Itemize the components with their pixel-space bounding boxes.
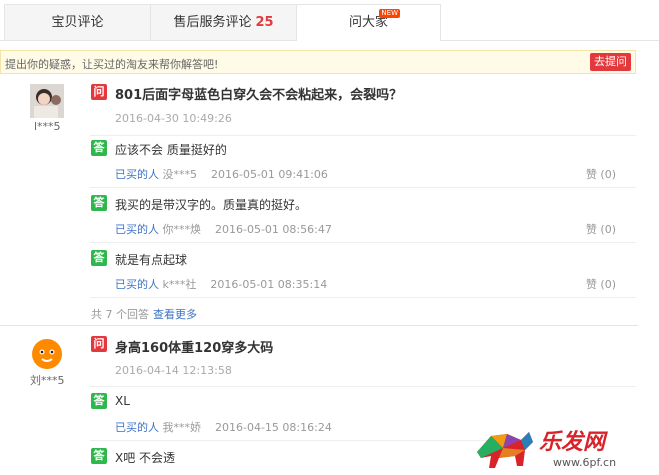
question-time: 2016-04-14 12:13:58 <box>115 364 232 377</box>
answer-icon: 答 <box>91 250 107 266</box>
divider <box>90 440 490 441</box>
divider <box>90 135 636 136</box>
tab-item-reviews[interactable]: 宝贝评论 <box>4 4 151 40</box>
answer-text: 就是有点起球 <box>115 253 188 267</box>
tab-label: 售后服务评论 <box>173 15 252 30</box>
watermark-brand: 乐发网 <box>539 430 606 455</box>
answer-time: 2016-05-01 09:41:06 <box>211 168 328 181</box>
answer-meta: 已买的人 你***焕 2016-05-01 08:56:47 <box>115 221 332 237</box>
avatar <box>30 336 64 370</box>
tab-ask-everyone[interactable]: 问大家 NEW <box>296 4 441 41</box>
question-time: 2016-04-30 10:49:26 <box>115 112 232 125</box>
new-badge: NEW <box>379 9 400 18</box>
answer-text: 我买的是带汉字的。质量真的挺好。 <box>115 198 308 212</box>
orange-mascot-icon <box>30 336 64 370</box>
avatar-username: 刘***5 <box>30 374 65 387</box>
watermark: 乐发网 www.6pf.cn <box>473 422 653 472</box>
like-button[interactable]: 赞 (0) <box>586 276 616 292</box>
buyer-label[interactable]: 已买的人 <box>115 223 159 236</box>
answer-time: 2016-04-15 08:16:24 <box>215 421 332 434</box>
ask-bar: 提出你的疑惑，让买过的淘友来帮你解答吧! 去提问 <box>0 50 636 74</box>
answer-meta: 已买的人 我***娇 2016-04-15 08:16:24 <box>115 419 332 435</box>
question-icon: 问 <box>91 336 107 352</box>
ask-prompt: 提出你的疑惑，让买过的淘友来帮你解答吧! <box>5 58 219 71</box>
buyer-label[interactable]: 已买的人 <box>115 278 159 291</box>
answer-text: 应该不会 质量挺好的 <box>115 143 227 157</box>
divider <box>90 242 636 243</box>
divider <box>90 187 636 188</box>
answer-text: X吧 不会透 <box>115 451 176 465</box>
answer-icon: 答 <box>91 140 107 156</box>
question-text[interactable]: 801后面字母蓝色白穿久会不会粘起来，会裂吗？ <box>115 84 402 103</box>
buyer-label[interactable]: 已买的人 <box>115 421 159 434</box>
tab-count: 25 <box>255 15 274 30</box>
answer-icon: 答 <box>91 448 107 464</box>
tab-label: 宝贝评论 <box>51 15 104 30</box>
card-divider <box>0 325 638 326</box>
like-button[interactable]: 赞 (0) <box>586 221 616 237</box>
avatar <box>30 84 64 118</box>
answer-user: 没***5 <box>162 168 198 181</box>
answer-user: 你***焕 <box>162 223 202 236</box>
divider <box>90 386 636 387</box>
tab-bar: 宝贝评论 售后服务评论 25 问大家 NEW <box>0 0 659 41</box>
answer-icon: 答 <box>91 393 107 409</box>
answer-meta: 已买的人 没***5 2016-05-01 09:41:06 <box>115 166 328 182</box>
user-photo-icon <box>30 84 64 118</box>
watermark-url: www.6pf.cn <box>553 456 617 469</box>
answer-user: 我***娇 <box>162 421 202 434</box>
answer-user: k***社 <box>162 278 197 291</box>
answer-time: 2016-05-01 08:56:47 <box>215 223 332 236</box>
like-button[interactable]: 赞 (0) <box>586 166 616 182</box>
answer-text: XL <box>115 394 130 408</box>
tab-aftersale-reviews[interactable]: 售后服务评论 25 <box>150 4 297 40</box>
answer-meta: 已买的人 k***社 2016-05-01 08:35:14 <box>115 276 327 292</box>
question-text[interactable]: 身高160体重120穿多大码 <box>115 337 273 356</box>
answer-total: 共 7 个回答 查看更多 <box>91 306 197 322</box>
buyer-label[interactable]: 已买的人 <box>115 168 159 181</box>
answer-count: 共 7 个回答 <box>91 308 149 321</box>
avatar-username: l***5 <box>34 120 61 133</box>
answer-icon: 答 <box>91 195 107 211</box>
answer-time: 2016-05-01 08:35:14 <box>210 278 328 291</box>
question-icon: 问 <box>91 84 107 100</box>
view-more-link[interactable]: 查看更多 <box>153 308 197 321</box>
divider <box>90 297 636 298</box>
ask-question-button[interactable]: 去提问 <box>590 53 631 71</box>
